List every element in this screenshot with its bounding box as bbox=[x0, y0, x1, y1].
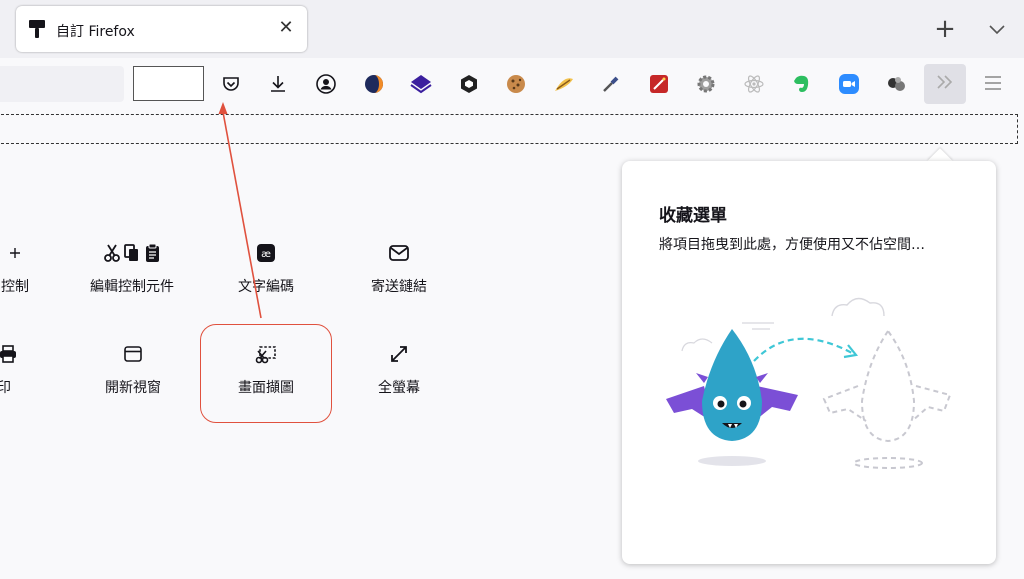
close-tab-icon[interactable]: ✕ bbox=[274, 16, 298, 40]
palette-item-label: 文字編碼 bbox=[238, 279, 294, 295]
annotation-highlight-box bbox=[200, 324, 332, 423]
cut-copy-paste-icon bbox=[100, 242, 164, 264]
overflow-menu-button[interactable] bbox=[924, 64, 966, 104]
account-icon[interactable] bbox=[313, 71, 339, 97]
extension-icon-5[interactable] bbox=[551, 71, 577, 97]
flexible-space[interactable] bbox=[133, 66, 204, 101]
pocket-icon[interactable] bbox=[218, 71, 244, 97]
palette-item-label: 編輯控制元件 bbox=[90, 279, 174, 295]
extension-icon-2[interactable] bbox=[408, 71, 434, 97]
paintbrush-icon bbox=[28, 19, 46, 39]
print-icon bbox=[0, 343, 19, 365]
palette-item-label: 控制 bbox=[1, 279, 29, 295]
palette-item-email-link[interactable]: 寄送鏈結 bbox=[339, 242, 459, 302]
balls-icon[interactable] bbox=[883, 71, 909, 97]
dragon-illustration bbox=[666, 297, 952, 469]
palette-item-new-window[interactable]: 開新視窗 bbox=[73, 343, 193, 403]
tab-strip: 自訂 Firefox ✕ + bbox=[0, 0, 1024, 58]
list-all-tabs-icon[interactable] bbox=[986, 18, 1008, 40]
palette-item-text-encoding[interactable]: æ 文字編碼 bbox=[206, 242, 326, 302]
fullscreen-icon bbox=[388, 343, 410, 365]
download-icon[interactable] bbox=[265, 71, 291, 97]
evernote-icon[interactable] bbox=[788, 71, 814, 97]
new-tab-button[interactable]: + bbox=[932, 16, 958, 42]
palette-item-fullscreen[interactable]: 全螢幕 bbox=[339, 343, 459, 403]
overflow-panel: 收藏選單 將項目拖曳到此處，方便使用又不佔空間… bbox=[622, 161, 996, 564]
palette-item-controls[interactable]: 控制 bbox=[0, 242, 75, 302]
extension-icon-1[interactable] bbox=[361, 71, 387, 97]
gear-extension-icon[interactable] bbox=[693, 71, 719, 97]
app-menu-button[interactable] bbox=[982, 71, 1004, 97]
url-bar[interactable] bbox=[0, 66, 124, 102]
zoom-icon[interactable] bbox=[836, 71, 862, 97]
palette-item-edit-controls[interactable]: 編輯控制元件 bbox=[72, 242, 192, 302]
hamburger-icon bbox=[984, 75, 1002, 94]
navigation-toolbar bbox=[0, 58, 1024, 112]
bookmarks-toolbar-dropzone[interactable] bbox=[0, 114, 1018, 144]
eyedropper-icon[interactable] bbox=[598, 71, 624, 97]
svg-text:æ: æ bbox=[261, 249, 271, 260]
cookie-icon[interactable] bbox=[503, 71, 529, 97]
palette-item-label: 開新視窗 bbox=[105, 380, 161, 396]
mail-icon bbox=[388, 242, 410, 264]
overflow-panel-title: 收藏選單 bbox=[659, 206, 727, 226]
new-window-icon bbox=[122, 343, 144, 365]
palette-item-label: 印 bbox=[0, 380, 11, 396]
plus-icon bbox=[4, 242, 26, 264]
palette-item-label: 寄送鏈結 bbox=[371, 279, 427, 295]
palette-item-label: 全螢幕 bbox=[378, 380, 420, 396]
palette-item-print[interactable]: 印 bbox=[0, 343, 64, 403]
text-encoding-icon: æ bbox=[255, 242, 277, 264]
tab-title: 自訂 Firefox bbox=[56, 24, 135, 40]
overflow-panel-description: 將項目拖曳到此處，方便使用又不佔空間… bbox=[659, 237, 925, 253]
magic-wand-icon[interactable] bbox=[646, 71, 672, 97]
extension-icon-3[interactable] bbox=[456, 71, 482, 97]
tab-customize-firefox[interactable]: 自訂 Firefox ✕ bbox=[16, 6, 307, 52]
double-chevron-right-icon bbox=[935, 74, 955, 94]
atom-icon[interactable] bbox=[741, 71, 767, 97]
